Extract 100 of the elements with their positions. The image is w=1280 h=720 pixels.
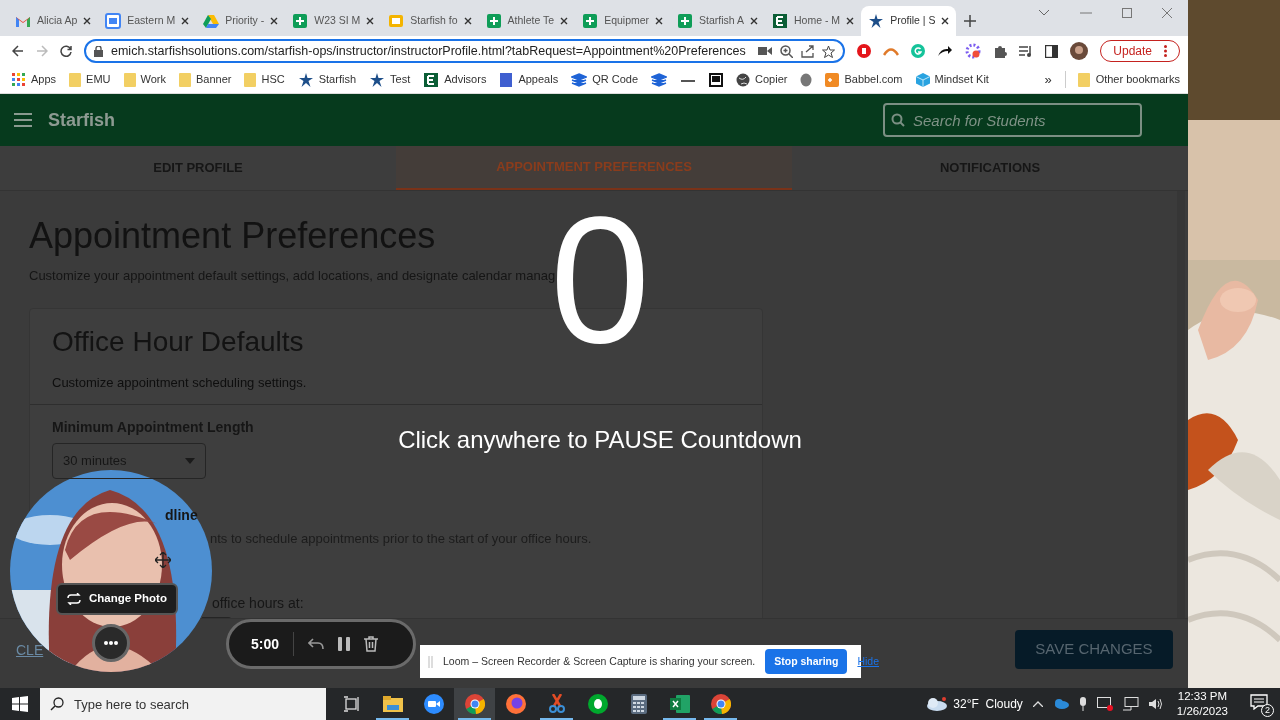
bookmark[interactable]: Babbel.com bbox=[825, 66, 903, 93]
mail-icon bbox=[15, 15, 31, 27]
playlist-icon[interactable] bbox=[1019, 45, 1034, 57]
close-icon[interactable] bbox=[846, 17, 855, 25]
bookmark[interactable]: Copier bbox=[736, 66, 788, 93]
new-tab-icon[interactable] bbox=[964, 15, 977, 27]
screen-share-icon[interactable] bbox=[1096, 697, 1113, 711]
frame-icon bbox=[709, 72, 723, 87]
lock-icon bbox=[94, 45, 103, 57]
sharing-message: Loom – Screen Recorder & Screen Capture is sharing your screen. bbox=[443, 653, 756, 669]
folder-icon bbox=[244, 71, 257, 88]
taskbar-app[interactable] bbox=[454, 688, 495, 720]
stop-sharing-button[interactable]: Stop sharing bbox=[765, 649, 848, 674]
folder-icon bbox=[69, 71, 82, 88]
more-icon[interactable] bbox=[1164, 45, 1167, 57]
triangle-icon bbox=[203, 14, 220, 28]
trash-icon[interactable] bbox=[364, 636, 379, 652]
folder-icon bbox=[123, 71, 136, 88]
bookmark[interactable]: Banner bbox=[179, 66, 232, 93]
bookmark[interactable]: QR Code bbox=[571, 66, 638, 93]
bookmark[interactable]: EMU bbox=[69, 66, 111, 93]
bookmark[interactable]: Mindset Kit bbox=[915, 66, 989, 93]
share-icon[interactable] bbox=[801, 44, 815, 58]
close-icon[interactable] bbox=[941, 17, 950, 25]
notifications-button[interactable]: 2 bbox=[1250, 694, 1272, 714]
bookmark[interactable]: Starfish bbox=[297, 66, 356, 93]
move-icon[interactable] bbox=[155, 552, 171, 568]
sheet-icon bbox=[677, 13, 694, 29]
change-photo-button[interactable]: Change Photo bbox=[56, 583, 178, 615]
taskbar-search-field[interactable]: Type here to search bbox=[40, 688, 326, 720]
address-bar[interactable]: emich.starfishsolutions.com/starfish-ops/instructor/instructorProfile.html?tabRequest=Appointment%20Preferences bbox=[84, 39, 846, 63]
close-icon[interactable] bbox=[181, 17, 190, 25]
spreadsheet-icon bbox=[669, 695, 690, 713]
letter-e-icon bbox=[423, 71, 440, 88]
bookmark[interactable]: HSC bbox=[244, 66, 285, 93]
close-icon[interactable] bbox=[83, 17, 92, 25]
sheet-icon bbox=[582, 13, 599, 29]
close-icon[interactable] bbox=[560, 17, 569, 25]
bookmark[interactable]: Work bbox=[123, 66, 166, 93]
slide-icon bbox=[388, 13, 405, 29]
pause-icon[interactable] bbox=[338, 637, 351, 651]
video-camera-icon bbox=[423, 694, 444, 714]
search-icon bbox=[50, 697, 64, 711]
bookmark[interactable]: Apps bbox=[12, 66, 57, 93]
swap-icon bbox=[67, 593, 81, 605]
close-icon[interactable] bbox=[270, 17, 279, 25]
layers-icon bbox=[571, 72, 588, 87]
calendar-icon bbox=[105, 13, 122, 29]
countdown-hint: Click anywhere to PAUSE Countdown bbox=[398, 425, 802, 455]
update-button[interactable]: Update bbox=[1100, 40, 1180, 62]
camera-icon[interactable] bbox=[758, 46, 773, 56]
chevron-down-icon[interactable] bbox=[1038, 9, 1050, 17]
clock[interactable]: 12:33 PM 1/26/2023 bbox=[1172, 689, 1232, 719]
windows-start-icon[interactable] bbox=[12, 696, 28, 712]
overflow-chevron[interactable]: » bbox=[1044, 69, 1052, 90]
arrow-icon[interactable] bbox=[937, 45, 954, 57]
bookmark-star-icon[interactable] bbox=[822, 44, 836, 58]
star-icon bbox=[868, 13, 885, 29]
maximize-icon[interactable] bbox=[1122, 8, 1132, 18]
browser-tab[interactable]: Profile | S bbox=[861, 6, 957, 36]
chevron-up-icon[interactable] bbox=[1032, 701, 1043, 707]
drag-handle-icon[interactable] bbox=[428, 655, 433, 668]
cloud-icon[interactable] bbox=[1052, 699, 1069, 709]
more-icon bbox=[104, 641, 118, 645]
bookmark[interactable]: Other bookmarks bbox=[1064, 71, 1180, 88]
grid-icon bbox=[12, 72, 26, 87]
close-icon[interactable] bbox=[750, 17, 759, 25]
browser-icon bbox=[710, 694, 731, 714]
side-panel-icon[interactable] bbox=[1045, 44, 1059, 58]
puzzle-icon[interactable] bbox=[993, 44, 1008, 58]
browser-icon bbox=[464, 694, 485, 714]
stop-sign-icon[interactable] bbox=[857, 44, 872, 58]
globe-icon bbox=[736, 72, 750, 87]
flower-icon[interactable] bbox=[965, 43, 982, 59]
close-icon[interactable] bbox=[463, 17, 472, 25]
task-view-icon bbox=[343, 696, 360, 712]
reload-icon[interactable] bbox=[60, 45, 72, 57]
folder-icon bbox=[179, 71, 191, 88]
zoom-icon[interactable] bbox=[780, 44, 794, 58]
network-icon[interactable] bbox=[1122, 697, 1139, 711]
weather-widget[interactable]: 32°F Cloudy bbox=[925, 695, 1023, 713]
volume-icon[interactable] bbox=[1148, 698, 1163, 710]
undo-icon[interactable] bbox=[308, 638, 325, 650]
calculator-icon bbox=[630, 694, 647, 714]
back-icon[interactable] bbox=[12, 45, 24, 57]
microphone-icon[interactable] bbox=[1078, 697, 1087, 711]
cube-icon bbox=[915, 72, 930, 87]
bookmark[interactable]: Advisors bbox=[423, 66, 487, 93]
close-icon[interactable] bbox=[655, 17, 664, 25]
document-icon bbox=[499, 71, 514, 88]
arc-icon[interactable] bbox=[883, 46, 900, 56]
menu-icon[interactable] bbox=[14, 113, 32, 127]
bookmark[interactable]: Test bbox=[369, 66, 411, 93]
search-field[interactable]: Search for Students bbox=[883, 103, 1142, 137]
bookmark[interactable]: Appeals bbox=[499, 66, 559, 93]
sheet-icon bbox=[292, 13, 309, 29]
letter-e-icon bbox=[772, 13, 789, 29]
avatar-icon[interactable] bbox=[1070, 42, 1089, 60]
close-icon[interactable] bbox=[366, 17, 375, 25]
scissors-icon bbox=[547, 694, 566, 714]
